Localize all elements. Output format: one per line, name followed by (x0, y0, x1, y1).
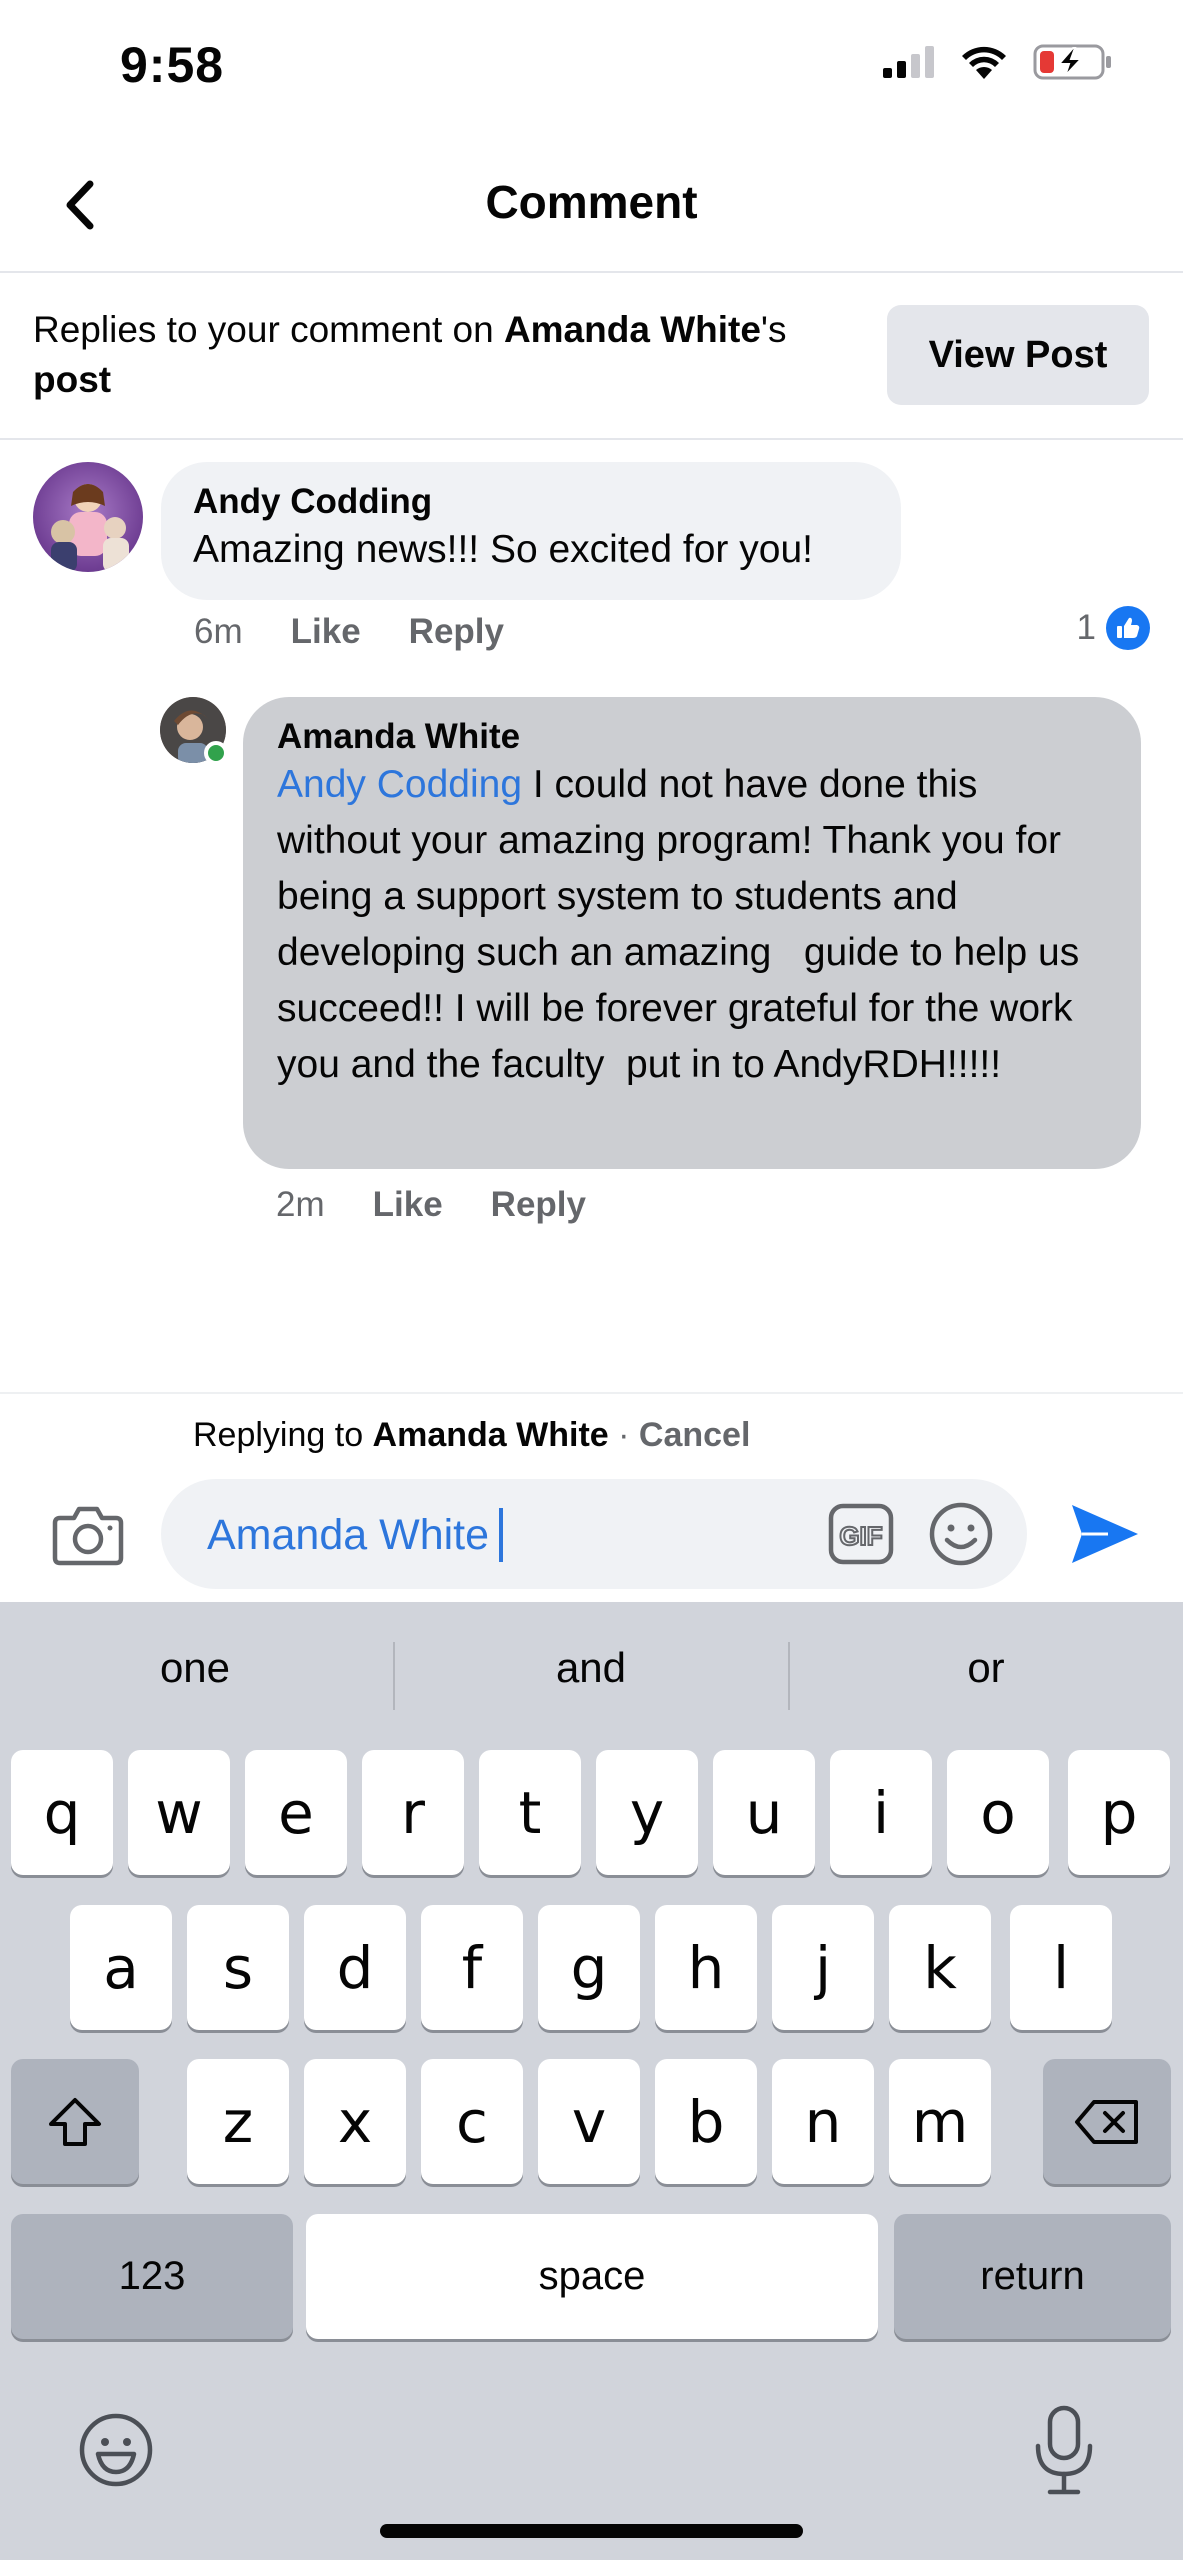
numbers-key[interactable]: 123 (11, 2214, 293, 2339)
key-v[interactable]: v (538, 2059, 640, 2184)
suggestion-divider (788, 1642, 790, 1710)
key-r[interactable]: r (362, 1750, 464, 1875)
comment-time: 2m (276, 1185, 325, 1224)
key-f[interactable]: f (421, 1905, 523, 2030)
like-button[interactable]: Like (291, 612, 361, 652)
svg-text:GIF: GIF (839, 1521, 882, 1551)
reply-composer: Replying to Amanda White · Cancel Amanda… (0, 1392, 1183, 1602)
replying-to-name: Amanda White (372, 1416, 609, 1454)
key-u[interactable]: u (713, 1750, 815, 1875)
online-status-dot (204, 741, 228, 765)
header: Comment (0, 135, 1183, 273)
space-key[interactable]: space (306, 2214, 878, 2339)
wifi-icon (962, 46, 1006, 79)
suggestion-item[interactable]: and (396, 1644, 786, 1692)
microphone-icon[interactable] (1030, 2404, 1098, 2496)
cancel-reply-button[interactable]: Cancel (639, 1416, 751, 1454)
send-icon[interactable] (1068, 1497, 1142, 1571)
key-t[interactable]: t (479, 1750, 581, 1875)
status-time: 9:58 (120, 37, 225, 93)
predictive-bar: one and or (0, 1602, 1183, 1742)
suggestion-divider (393, 1642, 395, 1710)
key-h[interactable]: h (655, 1905, 757, 2030)
comment-bubble-selected[interactable]: Amanda White Andy Codding I could not ha… (243, 697, 1141, 1169)
key-p[interactable]: p (1068, 1750, 1170, 1875)
comment-text: Andy Codding I could not have done this … (277, 757, 1107, 1093)
key-q[interactable]: q (11, 1750, 113, 1875)
suggestion-item[interactable]: one (0, 1644, 390, 1692)
backspace-icon (1075, 2099, 1138, 2144)
comment-body: I could not have done this without your … (277, 763, 1091, 1086)
comment-author[interactable]: Amanda White (277, 717, 1107, 757)
shift-key[interactable] (11, 2059, 139, 2184)
key-i[interactable]: i (830, 1750, 932, 1875)
home-indicator (380, 2524, 803, 2538)
key-b[interactable]: b (655, 2059, 757, 2184)
battery-charging-icon (1033, 44, 1111, 80)
status-icons (883, 44, 1113, 80)
comment-actions: 2m Like Reply (276, 1185, 586, 1225)
context-prefix: Replies to your comment on (33, 309, 504, 350)
camera-button[interactable] (50, 1497, 126, 1573)
reaction-count-value: 1 (1076, 608, 1096, 647)
post-word: post (33, 359, 112, 400)
comment-input-text: Amanda White (207, 1510, 490, 1559)
page-title: Comment (485, 176, 698, 228)
avatar[interactable] (160, 697, 228, 765)
emoji-icon[interactable] (928, 1501, 994, 1567)
mention-link[interactable]: Andy Codding (277, 763, 522, 806)
avatar-image (51, 484, 129, 572)
comment-author[interactable]: Andy Codding (193, 482, 869, 522)
key-o[interactable]: o (947, 1750, 1049, 1875)
comment-bubble[interactable]: Andy Codding Amazing news!!! So excited … (161, 462, 901, 600)
key-g[interactable]: g (538, 1905, 640, 2030)
suggestion-item[interactable]: or (791, 1644, 1181, 1692)
comment-actions: 6m Like Reply (194, 612, 504, 652)
context-suffix: 's (760, 309, 787, 350)
replying-to-line: Replying to Amanda White · Cancel (193, 1416, 750, 1455)
post-owner-name[interactable]: Amanda White (504, 309, 761, 350)
comment-time: 6m (194, 612, 243, 651)
reaction-count[interactable]: 1 (1077, 606, 1150, 650)
view-post-button[interactable]: View Post (887, 305, 1149, 405)
cellular-signal-icon (883, 46, 934, 78)
avatar[interactable] (33, 462, 143, 572)
thumbs-up-icon (1106, 606, 1150, 650)
camera-icon (52, 1506, 124, 1566)
emoji-keyboard-icon[interactable] (78, 2412, 154, 2488)
context-bar: Replies to your comment on Amanda White'… (0, 273, 1183, 440)
comment-text: Amazing news!!! So excited for you! (193, 528, 813, 571)
key-z[interactable]: z (187, 2059, 289, 2184)
key-c[interactable]: c (421, 2059, 523, 2184)
key-a[interactable]: a (70, 1905, 172, 2030)
comment-input[interactable]: Amanda White GIF (161, 1479, 1027, 1589)
replying-prefix: Replying to (193, 1416, 373, 1454)
key-j[interactable]: j (772, 1905, 874, 2030)
comment-input-value: Amanda White (207, 1508, 504, 1562)
key-l[interactable]: l (1010, 1905, 1112, 2030)
key-n[interactable]: n (772, 2059, 874, 2184)
delete-key[interactable] (1043, 2059, 1171, 2184)
shift-icon (49, 2097, 101, 2146)
return-key[interactable]: return (894, 2214, 1171, 2339)
status-bar: 9:58 (0, 0, 1183, 135)
key-e[interactable]: e (245, 1750, 347, 1875)
text-caret (499, 1508, 504, 1562)
key-x[interactable]: x (304, 2059, 406, 2184)
key-k[interactable]: k (889, 1905, 991, 2030)
reply-button[interactable]: Reply (491, 1185, 586, 1225)
key-m[interactable]: m (889, 2059, 991, 2184)
key-w[interactable]: w (128, 1750, 230, 1875)
replying-separator: · (608, 1416, 639, 1454)
context-text: Replies to your comment on Amanda White'… (33, 305, 863, 405)
key-s[interactable]: s (187, 1905, 289, 2030)
key-d[interactable]: d (304, 1905, 406, 2030)
keyboard: one and or q w e r t y u i o p a s d f g… (0, 1602, 1183, 2560)
key-y[interactable]: y (596, 1750, 698, 1875)
like-button[interactable]: Like (373, 1185, 443, 1225)
reply-button[interactable]: Reply (409, 612, 504, 652)
gif-icon[interactable]: GIF (828, 1503, 894, 1565)
